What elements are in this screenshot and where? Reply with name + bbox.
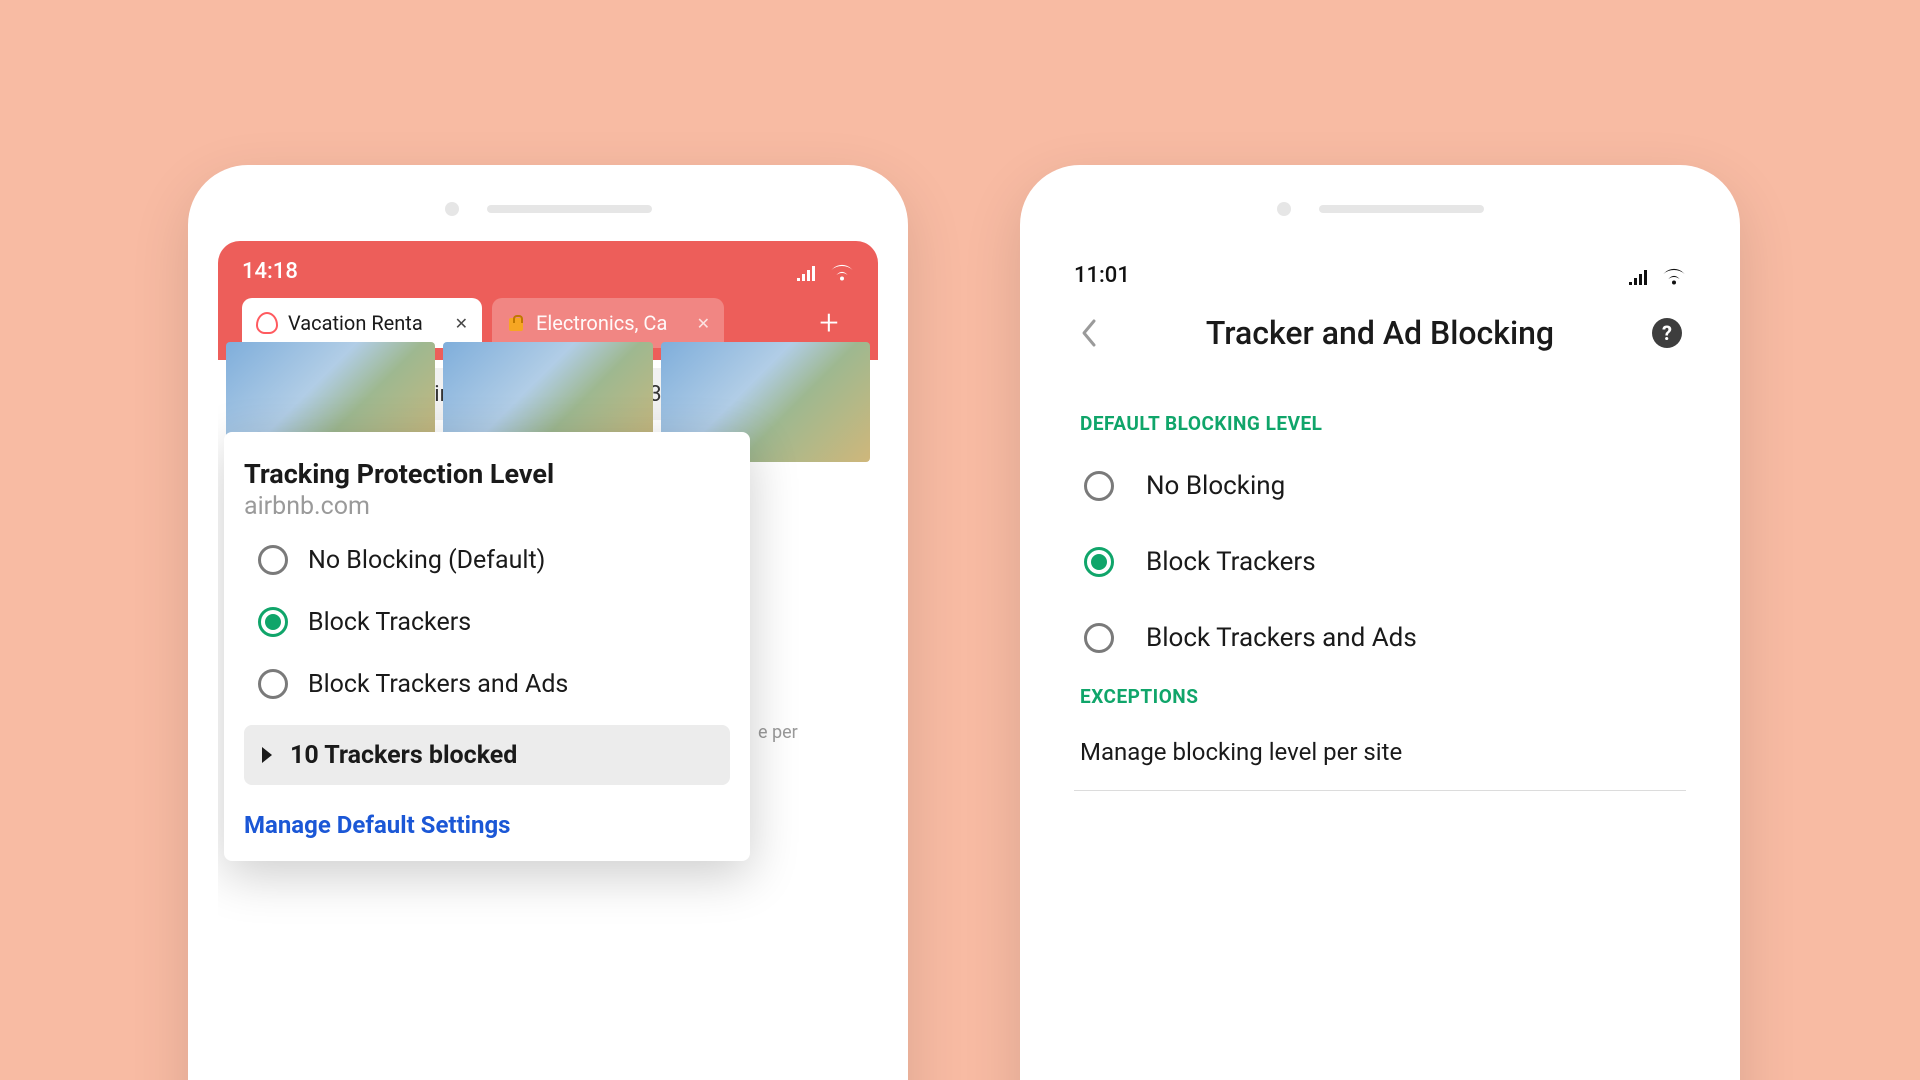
status-time: 14:18 [242,259,298,284]
protection-option-block-trackers-ads[interactable]: Block Trackers and Ads [258,669,730,699]
help-button[interactable]: ? [1652,318,1682,348]
page-fragment: e per [758,722,878,743]
protection-option-block-trackers[interactable]: Block Trackers [258,607,730,637]
settings-header: 11:01 Tracker and Ad Blocking ? [1050,241,1710,384]
cellular-icon [796,265,818,281]
chevron-left-icon [1080,318,1100,348]
status-icons [1628,267,1686,285]
radio-icon [258,607,288,637]
page-title: Tracker and Ad Blocking [1206,314,1554,352]
tracking-protection-popover: Tracking Protection Level airbnb.com No … [224,432,750,861]
shopping-bag-icon [506,313,526,333]
wifi-icon [830,263,854,281]
tab-inactive[interactable]: Electronics, Ca ✕ [492,298,724,348]
phone-screen: 14:18 Vacation Renta ✕ Electronics, Ca [218,241,878,1080]
popover-subtitle: airbnb.com [244,492,730,521]
settings-body: DEFAULT BLOCKING LEVEL No Blocking Block… [1050,412,1710,791]
radio-icon [1084,547,1114,577]
option-no-blocking[interactable]: No Blocking [1084,471,1686,501]
status-time: 11:01 [1074,263,1130,288]
tab-active[interactable]: Vacation Renta ✕ [242,298,482,348]
speaker-icon [487,205,652,213]
option-label: No Blocking (Default) [308,546,545,575]
phone-mockup-settings: 11:01 Tracker and Ad Blocking ? [1020,165,1740,1080]
option-label: Block Trackers and Ads [308,670,568,699]
trackers-blocked-summary[interactable]: 10 Trackers blocked [244,725,730,785]
tab-inactive-label: Electronics, Ca [536,311,667,335]
back-button[interactable] [1080,318,1100,348]
status-bar: 14:18 [242,259,854,284]
settings-title-bar: Tracker and Ad Blocking ? [1074,288,1686,374]
radio-icon [1084,623,1114,653]
close-icon[interactable]: ✕ [455,314,468,333]
radio-icon [1084,471,1114,501]
option-label: Block Trackers [1146,547,1316,577]
option-block-trackers-ads[interactable]: Block Trackers and Ads [1084,623,1686,653]
option-block-trackers[interactable]: Block Trackers [1084,547,1686,577]
option-label: Block Trackers [308,608,471,637]
manage-exceptions-row[interactable]: Manage blocking level per site [1074,714,1686,791]
status-bar: 11:01 [1074,263,1686,288]
section-header-exceptions: EXCEPTIONS [1080,685,1680,708]
phone-mockup-browser: 14:18 Vacation Renta ✕ Electronics, Ca [188,165,908,1080]
phone-hardware-top [218,195,878,223]
radio-icon [258,545,288,575]
section-header-default: DEFAULT BLOCKING LEVEL [1080,412,1680,435]
wifi-icon [1662,267,1686,285]
default-level-radio-group: No Blocking Block Trackers Block Tracker… [1074,471,1686,653]
manage-settings-link[interactable]: Manage Default Settings [244,811,730,839]
phone-hardware-top [1050,195,1710,223]
disclosure-triangle-icon [262,747,272,763]
protection-level-radio-group: No Blocking (Default) Block Trackers Blo… [244,545,730,699]
airbnb-icon [256,312,278,334]
stage: 14:18 Vacation Renta ✕ Electronics, Ca [0,0,1920,1080]
option-label: Block Trackers and Ads [1146,623,1417,653]
phone-screen: 11:01 Tracker and Ad Blocking ? [1050,241,1710,1080]
new-tab-button[interactable]: + [804,298,854,348]
popover-title: Tracking Protection Level [244,458,730,490]
status-icons [796,263,854,281]
close-icon[interactable]: ✕ [697,314,710,333]
speaker-icon [1319,205,1484,213]
option-label: No Blocking [1146,471,1285,501]
trackers-blocked-label: 10 Trackers blocked [290,741,517,770]
camera-icon [445,202,459,216]
radio-icon [258,669,288,699]
protection-option-no-blocking[interactable]: No Blocking (Default) [258,545,730,575]
cellular-icon [1628,269,1650,285]
page-content-peek: e per [758,432,878,743]
camera-icon [1277,202,1291,216]
tab-strip: Vacation Renta ✕ Electronics, Ca ✕ + [242,298,854,348]
tab-active-label: Vacation Renta [288,311,423,335]
help-icon: ? [1662,321,1672,345]
